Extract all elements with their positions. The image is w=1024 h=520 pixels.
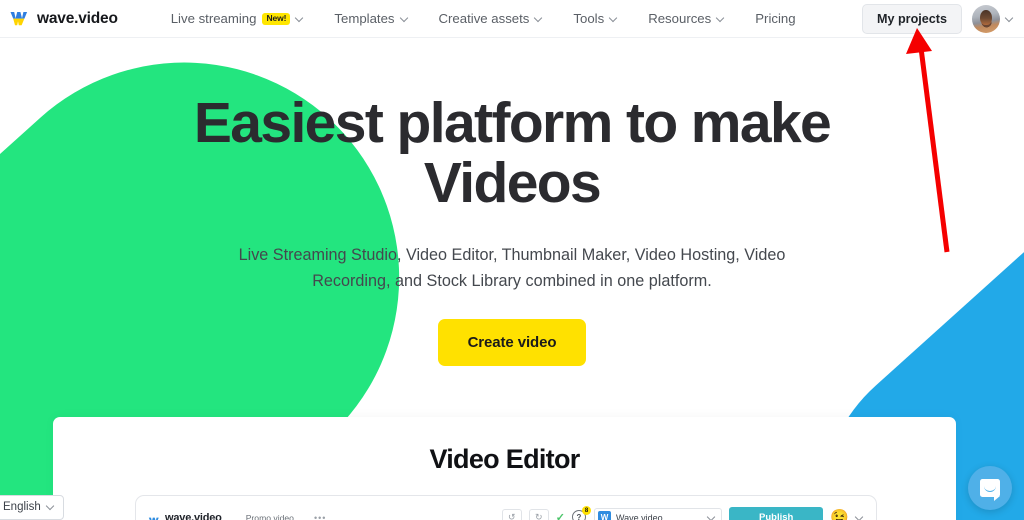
chevron-down-icon: [717, 15, 725, 23]
my-projects-button[interactable]: My projects: [862, 3, 962, 34]
hero-subtitle: Live Streaming Studio, Video Editor, Thu…: [238, 245, 786, 291]
nav-label: Pricing: [755, 11, 796, 26]
chevron-down-icon: [1006, 15, 1014, 23]
nav-item-pricing[interactable]: Pricing: [740, 0, 810, 38]
editor-more-options-icon[interactable]: •••: [314, 513, 326, 520]
chevron-down-icon[interactable]: [856, 514, 864, 520]
undo-icon[interactable]: ↺: [501, 509, 522, 520]
account-menu[interactable]: [972, 4, 1014, 33]
chevron-down-icon: [401, 15, 409, 23]
nav-item-templates[interactable]: Templates: [319, 0, 423, 38]
editor-brand-name: wave.video: [165, 511, 222, 520]
chevron-down-icon: [47, 503, 55, 511]
nav-label: Creative assets: [438, 11, 530, 26]
help-badge-count: 8: [582, 506, 591, 515]
workspace-selector[interactable]: W Wave.video: [594, 508, 722, 520]
nav-item-resources[interactable]: Resources: [633, 0, 740, 38]
editor-toolbar-actions: ↺ ↻ ✓ ? 8 W Wave.video Publish 😉: [501, 506, 864, 520]
wave-w-logo-icon: [148, 513, 161, 520]
workspace-avatar-icon: W: [598, 511, 611, 520]
page-title: Easiest platform to make Videos: [0, 38, 1024, 214]
language-selector[interactable]: English: [0, 495, 64, 520]
chat-widget-button[interactable]: [968, 466, 1012, 510]
editor-project-name[interactable]: Promo video: [246, 513, 294, 520]
language-selector-value: English: [3, 501, 41, 513]
video-editor-mockup-toolbar: wave.video Promo video ••• ↺ ↻ ✓ ? 8 W W…: [135, 495, 877, 520]
hero-cta-row: Create video: [0, 319, 1024, 367]
brand-logo[interactable]: wave.video: [10, 10, 118, 28]
nav-item-creative-assets[interactable]: Creative assets: [424, 0, 559, 38]
chevron-down-icon: [296, 15, 304, 23]
smile-icon: [984, 486, 996, 492]
nav-item-tools[interactable]: Tools: [558, 0, 633, 38]
wave-w-logo-icon: [10, 11, 30, 26]
nav-label: Resources: [648, 11, 712, 26]
chat-bubble-icon: [980, 479, 1000, 501]
editor-user-avatar[interactable]: 😉: [830, 510, 849, 520]
chevron-down-icon: [708, 514, 716, 520]
avatar: [972, 4, 1000, 33]
main-nav: Live streaming New! Templates Creative a…: [156, 0, 811, 38]
publish-button[interactable]: Publish: [729, 507, 824, 520]
help-button[interactable]: ? 8: [572, 506, 591, 520]
product-section-title: Video Editor: [429, 444, 580, 474]
nav-label: Live streaming: [170, 11, 257, 26]
hero-section: Easiest platform to make Videos Live Str…: [0, 38, 1024, 367]
nav-label: Templates: [334, 11, 395, 26]
nav-label: Tools: [573, 11, 605, 26]
chevron-down-icon: [610, 15, 618, 23]
check-icon: ✓: [555, 512, 565, 520]
brand-name: wave.video: [37, 9, 118, 27]
redo-icon[interactable]: ↻: [528, 509, 549, 520]
nav-item-live-streaming[interactable]: Live streaming New!: [156, 0, 320, 38]
site-header: wave.video Live streaming New! Templates…: [0, 0, 1024, 38]
chevron-down-icon: [535, 15, 543, 23]
editor-brand-logo[interactable]: wave.video: [148, 512, 222, 520]
hero-title-line-1: Easiest platform to make: [193, 91, 832, 155]
nav-badge-new: New!: [262, 12, 291, 25]
header-actions: My projects: [862, 3, 1014, 34]
workspace-name: Wave.video: [616, 512, 663, 520]
product-showcase-card: Video Editor wave.video Promo video ••• …: [53, 417, 956, 520]
create-video-button[interactable]: Create video: [437, 319, 587, 367]
page-root: wave.video Live streaming New! Templates…: [0, 0, 1024, 520]
hero-title-line-2: Videos: [423, 151, 602, 216]
